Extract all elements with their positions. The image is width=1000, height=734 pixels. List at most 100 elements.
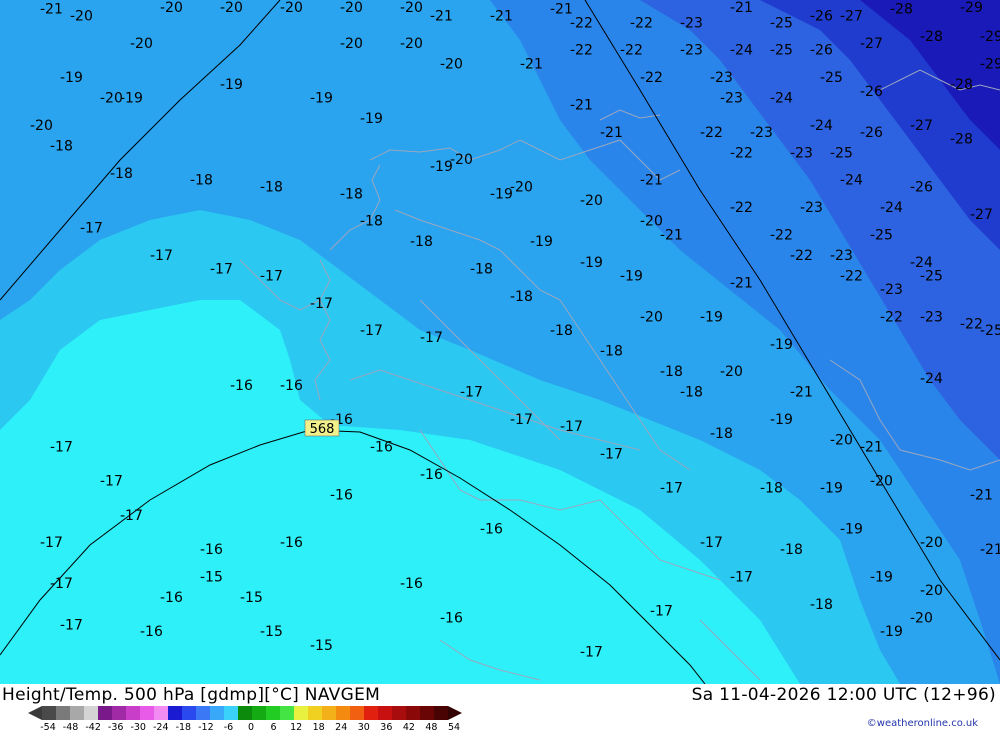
temperature-label: -25 <box>830 145 853 161</box>
temperature-label: -27 <box>860 36 883 52</box>
temperature-label: -20 <box>340 36 363 52</box>
scale-swatch <box>392 706 406 720</box>
scale-swatch <box>294 706 308 720</box>
temperature-label: -20 <box>450 152 473 168</box>
temperature-label: -17 <box>60 617 83 633</box>
temperature-label: -20 <box>340 0 363 16</box>
temperature-label: -27 <box>910 118 933 134</box>
scale-swatch <box>210 706 224 720</box>
temperature-label: -24 <box>770 91 793 107</box>
temperature-label: -16 <box>160 590 183 606</box>
temperature-label: -19 <box>620 268 643 284</box>
temperature-label: -18 <box>810 597 833 613</box>
temperature-label: -25 <box>980 323 1000 339</box>
scale-swatch <box>112 706 126 720</box>
temperature-label: -28 <box>950 77 973 93</box>
map-datetime: Sa 11-04-2026 12:00 UTC (12+96) <box>691 685 996 705</box>
map-title: Height/Temp. 500 hPa [gdmp][°C] NAVGEM <box>2 685 381 705</box>
temperature-label: -22 <box>880 309 903 325</box>
temperature-label: -21 <box>40 2 63 18</box>
scale-swatch <box>336 706 350 720</box>
temperature-label: -19 <box>870 569 893 585</box>
temperature-label: -17 <box>700 535 723 551</box>
temperature-label: -18 <box>410 234 433 250</box>
temperature-label: -26 <box>860 84 883 100</box>
scale-swatch <box>252 706 266 720</box>
temperature-label: -16 <box>140 624 163 640</box>
credit-link[interactable]: ©weatheronline.co.uk <box>867 718 978 729</box>
temperature-label: -15 <box>200 569 223 585</box>
temperature-label: -21 <box>970 487 993 503</box>
temperature-label: -19 <box>770 337 793 353</box>
temperature-label: -20 <box>280 0 303 16</box>
temperature-label: -19 <box>700 309 723 325</box>
temperature-label: -18 <box>680 385 703 401</box>
temperature-label: -20 <box>920 535 943 551</box>
scale-tick-label: 42 <box>402 722 415 733</box>
temperature-label: -23 <box>720 91 743 107</box>
temperature-label: -20 <box>580 193 603 209</box>
temperature-label: -17 <box>510 412 533 428</box>
scale-tick-label: 36 <box>380 722 393 733</box>
temperature-label: -17 <box>100 474 123 490</box>
temperature-label: -20 <box>920 583 943 599</box>
temperature-label: -21 <box>790 385 813 401</box>
scale-swatch <box>84 706 98 720</box>
scale-tick-label: -6 <box>223 722 234 733</box>
temperature-label: -22 <box>730 200 753 216</box>
scale-swatch <box>434 706 448 720</box>
temperature-label: -19 <box>120 91 143 107</box>
scale-swatch <box>70 706 84 720</box>
temperature-label: -24 <box>880 200 903 216</box>
temperature-label: -19 <box>220 77 243 93</box>
temperature-label: -18 <box>600 344 623 360</box>
scale-swatch <box>168 706 182 720</box>
temperature-label: -16 <box>440 610 463 626</box>
temperature-label: -16 <box>200 542 223 558</box>
temperature-label: -18 <box>110 166 133 182</box>
temperature-label: -16 <box>280 535 303 551</box>
temperature-label: -16 <box>230 378 253 394</box>
temperature-label: -29 <box>960 0 983 16</box>
scale-swatch <box>350 706 364 720</box>
scale-swatch <box>420 706 434 720</box>
temperature-label: -22 <box>730 145 753 161</box>
temperature-label: -19 <box>580 255 603 271</box>
temperature-label: -24 <box>810 118 833 134</box>
temperature-label: -18 <box>710 426 733 442</box>
temperature-label: -24 <box>920 371 943 387</box>
footer: Height/Temp. 500 hPa [gdmp][°C] NAVGEM S… <box>0 684 1000 733</box>
temperature-label: -19 <box>360 111 383 127</box>
temperature-label: -22 <box>770 227 793 243</box>
temperature-label: -21 <box>490 9 513 25</box>
temperature-label: -19 <box>840 522 863 538</box>
temperature-label: -23 <box>830 248 853 264</box>
scale-swatch <box>238 706 252 720</box>
scale-swatch <box>154 706 168 720</box>
temperature-label: -17 <box>600 446 623 462</box>
temperature-label: -23 <box>680 15 703 31</box>
temperature-label: -23 <box>920 309 943 325</box>
temperature-label: -27 <box>840 9 863 25</box>
scale-tick-label: -12 <box>198 722 214 733</box>
temperature-label: -18 <box>510 289 533 305</box>
temperature-label: -19 <box>770 412 793 428</box>
scale-tick-label: 18 <box>312 722 325 733</box>
temperature-label: -26 <box>810 9 833 25</box>
temperature-label: -19 <box>490 186 513 202</box>
temperature-label: -16 <box>330 487 353 503</box>
temperature-label: -17 <box>260 268 283 284</box>
scale-swatch <box>56 706 70 720</box>
temperature-label: -17 <box>50 576 73 592</box>
temperature-label: -23 <box>800 200 823 216</box>
temperature-label: -22 <box>630 15 653 31</box>
scale-tick-label: -42 <box>85 722 101 733</box>
temperature-label: -18 <box>360 214 383 230</box>
temperature-label: -20 <box>720 364 743 380</box>
scale-tick-label: 24 <box>335 722 348 733</box>
temperature-label: -25 <box>920 268 943 284</box>
temperature-label: -21 <box>520 56 543 72</box>
scale-tick-label: -30 <box>130 722 146 733</box>
temperature-label: -22 <box>790 248 813 264</box>
temperature-label: -17 <box>460 385 483 401</box>
